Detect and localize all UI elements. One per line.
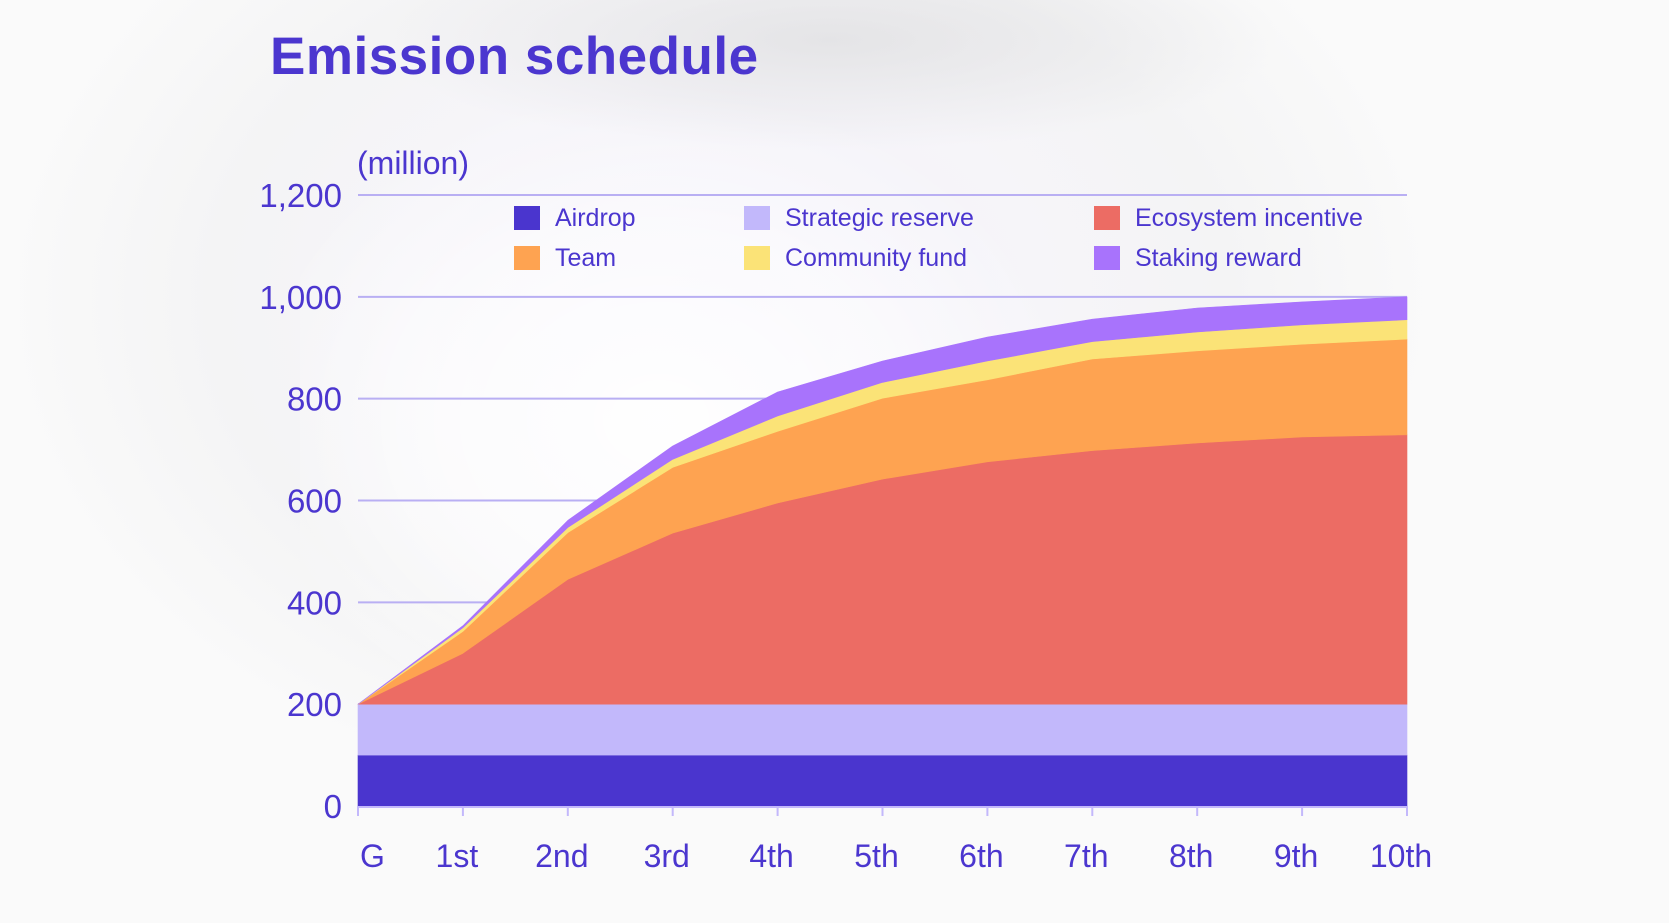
x-tick-label: 8th <box>1169 838 1213 874</box>
y-tick-label: 400 <box>287 584 342 621</box>
x-tick-label: 6th <box>959 838 1003 874</box>
chart-legend: Airdrop Strategic reserve Ecosystem ince… <box>514 204 1414 284</box>
y-tick-label: 0 <box>324 788 342 825</box>
x-tick-label: 4th <box>749 838 793 874</box>
legend-label: Ecosystem incentive <box>1135 203 1363 232</box>
x-tick-label: G <box>360 838 385 874</box>
legend-item-staking-reward: Staking reward <box>1094 244 1302 272</box>
x-axis-labels: G 1st 2nd 3rd 4th 5th 6th 7th 8th 9th 10th <box>360 838 1432 874</box>
stacked-areas <box>357 296 1408 807</box>
emission-chart: 0 200 400 600 800 1,000 1,200 G 1st 2nd 3rd 4th 5th… <box>259 177 1432 874</box>
legend-swatch-staking-reward <box>1094 246 1120 270</box>
y-tick-label: 1,000 <box>259 279 342 316</box>
legend-label: Community fund <box>785 243 968 272</box>
legend-swatch-airdrop <box>514 206 540 230</box>
legend-label: Team <box>555 243 617 272</box>
legend-item-community-fund: Community fund <box>744 244 967 272</box>
y-tick-label: 800 <box>287 381 342 418</box>
y-tick-label: 200 <box>287 686 342 723</box>
x-axis <box>357 806 1408 816</box>
legend-swatch-strategic-reserve <box>744 206 770 230</box>
legend-swatch-community-fund <box>744 246 770 270</box>
x-tick-label: 10th <box>1370 838 1432 874</box>
legend-item-team: Team <box>514 244 616 272</box>
legend-swatch-ecosystem-incentive <box>1094 206 1120 230</box>
x-tick-label: 7th <box>1064 838 1108 874</box>
legend-item-strategic-reserve: Strategic reserve <box>744 204 974 232</box>
x-tick-label: 2nd <box>535 838 588 874</box>
area-airdrop <box>357 754 1408 807</box>
legend-item-ecosystem-incentive: Ecosystem incentive <box>1094 204 1363 232</box>
x-tick-label: 1st <box>436 838 479 874</box>
legend-label: Airdrop <box>555 203 636 232</box>
legend-item-airdrop: Airdrop <box>514 204 636 232</box>
x-tick-label: 9th <box>1274 838 1318 874</box>
legend-label: Strategic reserve <box>785 203 974 232</box>
area-strategic-reserve <box>357 703 1408 756</box>
legend-swatch-team <box>514 246 540 270</box>
y-tick-label: 1,200 <box>259 177 342 214</box>
y-axis-labels: 0 200 400 600 800 1,000 1,200 <box>259 177 342 825</box>
x-tick-label: 3rd <box>644 838 690 874</box>
legend-label: Staking reward <box>1135 243 1302 272</box>
y-tick-label: 600 <box>287 483 342 520</box>
x-tick-label: 5th <box>854 838 898 874</box>
